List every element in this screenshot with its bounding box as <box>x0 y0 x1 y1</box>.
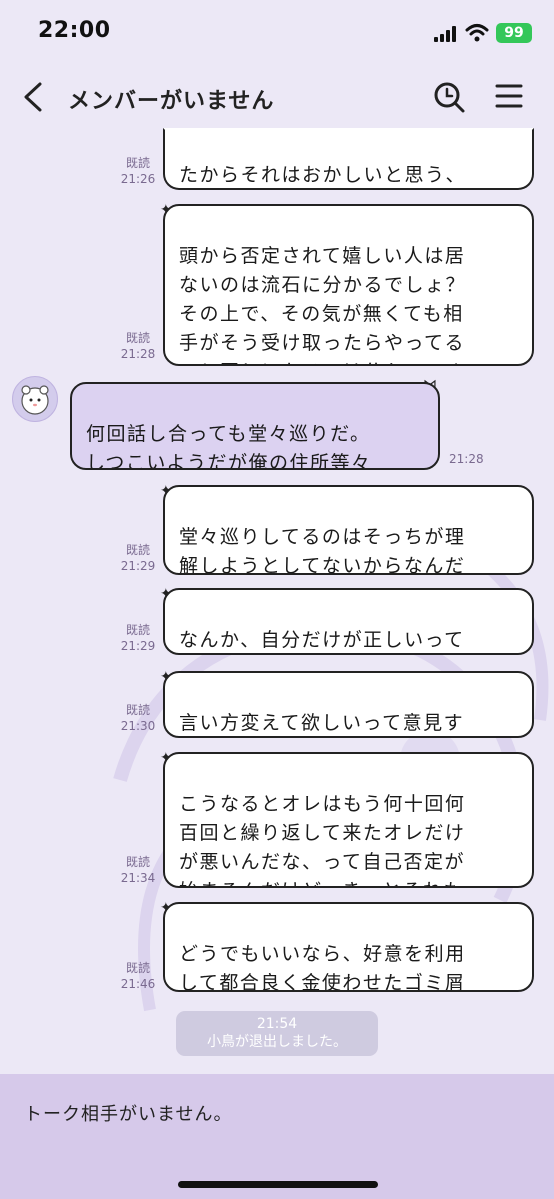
battery-level: 99 <box>504 25 524 41</box>
read-label: 既読 <box>125 703 150 717</box>
read-label: 既読 <box>125 543 150 557</box>
message-bubble[interactable]: たからそれはおかしいと思う、 って意見 <box>163 128 534 190</box>
read-receipt: 既読 21:28 <box>118 330 158 362</box>
message-bubble[interactable]: 言い方変えて欲しいって意見す らも受け入れて貰えないし <box>163 671 534 738</box>
system-time: 21:54 <box>256 1016 298 1032</box>
signal-icon <box>434 26 456 42</box>
read-label: 既読 <box>125 961 150 975</box>
status-bar: 22:00 99 <box>0 0 554 66</box>
message-text: 何回話し合っても堂々巡りだ。 しつこいようだが俺の住所等々 は抹消しといてくれ。 <box>86 423 372 470</box>
message-bubble[interactable]: 頭から否定されて嬉しい人は居 ないのは流石に分かるでしょ？ その上で、その気が無… <box>163 204 534 366</box>
message-time: 21:46 <box>120 977 156 991</box>
system-notice: 21:54 小鳥が退出しました。 <box>176 1011 378 1056</box>
message-time: 21:29 <box>120 559 156 573</box>
hamster-avatar-icon <box>21 385 49 415</box>
footer-notice: トーク相手がいません。 <box>24 1104 233 1125</box>
read-receipt: 既読 21:26 <box>118 155 158 187</box>
back-arrow-icon[interactable] <box>20 80 46 114</box>
message-text: どうでもいいなら、好意を利用 して都合良く金使わせたゴミ屑 だとでも思って忘れて… <box>179 943 466 992</box>
message-time: 21:28 <box>120 347 156 361</box>
system-text: 小鳥が退出しました。 <box>207 1034 347 1050</box>
message-text: 言い方変えて欲しいって意見す らも受け入れて貰えないし <box>179 712 465 734</box>
read-label: 既読 <box>125 623 150 637</box>
message-bubble[interactable]: なんか、自分だけが正しいって 考え方なのかなって思っちゃう <box>163 588 534 655</box>
chat-title: メンバーがいません <box>68 89 275 114</box>
search-icon[interactable] <box>432 80 466 114</box>
message-time: 21:26 <box>120 172 156 186</box>
wifi-icon <box>465 24 489 42</box>
message-time: 21:28 <box>449 452 484 466</box>
avatar[interactable] <box>12 376 58 422</box>
message-bubble[interactable]: こうなるとオレはもう何十回何 百回と繰り返して来たオレだけ が悪いんだな、って自… <box>163 752 534 888</box>
chat-screen: 22:00 99 メンバーがいません 既読 21:26 たからそれはおかしいと思… <box>0 0 554 1199</box>
message-time: 21:30 <box>120 719 156 733</box>
message-text: なんか、自分だけが正しいって 考え方なのかなって思っちゃう <box>179 629 465 651</box>
chat-header: メンバーがいません <box>0 66 554 128</box>
home-indicator[interactable] <box>178 1181 378 1188</box>
message-bubble[interactable]: 堂々巡りしてるのはそっちが理 解しようとしてないからなんだ けどな <box>163 485 534 575</box>
message-text: こうなるとオレはもう何十回何 百回と繰り返して来たオレだけ が悪いんだな、って自… <box>179 793 466 886</box>
message-bubble[interactable]: どうでもいいなら、好意を利用 して都合良く金使わせたゴミ屑 だとでも思って忘れて… <box>163 902 534 992</box>
read-receipt: 既読 21:30 <box>118 702 158 734</box>
message-text: 頭から否定されて嬉しい人は居 ないのは流石に分かるでしょ？ その上で、その気が無… <box>179 245 467 364</box>
clock: 22:00 <box>38 18 111 43</box>
read-receipt: 既読 21:29 <box>118 622 158 654</box>
message-text: たからそれはおかしいと思う、 って意見 <box>179 164 467 186</box>
menu-icon[interactable] <box>494 82 524 110</box>
message-bubble[interactable]: 何回話し合っても堂々巡りだ。 しつこいようだが俺の住所等々 は抹消しといてくれ。 <box>70 382 440 470</box>
read-label: 既読 <box>125 156 150 170</box>
read-receipt: 既読 21:46 <box>118 960 158 992</box>
read-receipt: 既読 21:34 <box>118 854 158 886</box>
message-time: 21:29 <box>120 639 156 653</box>
battery-indicator: 99 <box>496 23 532 43</box>
read-label: 既読 <box>125 331 150 345</box>
read-label: 既読 <box>125 855 150 869</box>
message-time: 21:34 <box>120 871 156 885</box>
read-receipt: 既読 21:29 <box>118 542 158 574</box>
message-text: 堂々巡りしてるのはそっちが理 解しようとしてないからなんだ けどな <box>179 526 466 575</box>
